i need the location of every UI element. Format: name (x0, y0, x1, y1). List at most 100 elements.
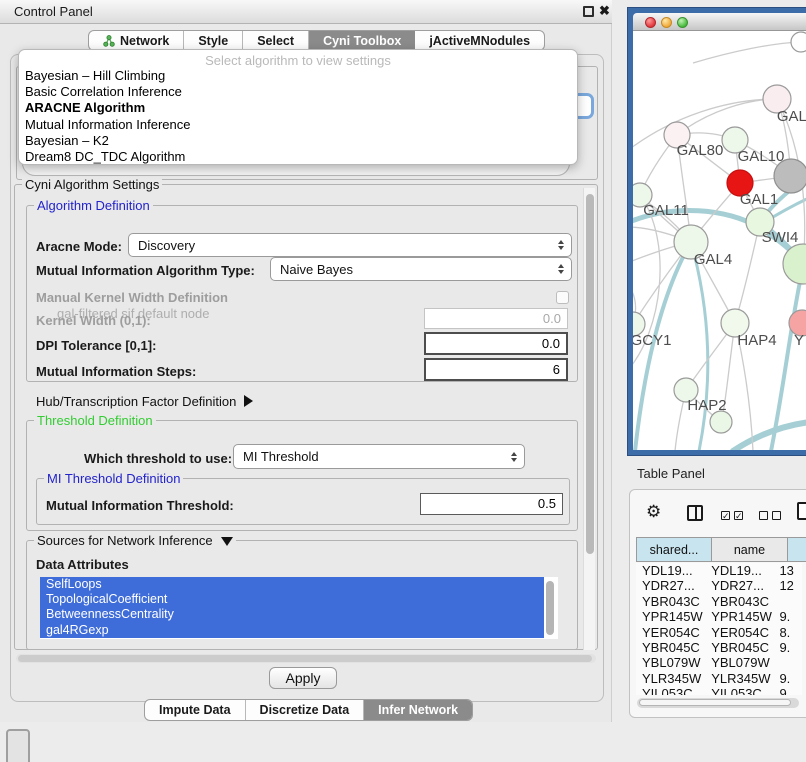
tab-jactivemnodules[interactable]: jActiveMNodules (415, 31, 544, 50)
hub-definition-label: Hub/Transcription Factor Definition (36, 394, 236, 409)
partial-corner-widget[interactable] (6, 729, 30, 762)
table-panel-title: Table Panel (637, 466, 705, 481)
kernel-width-field[interactable]: 0.0 (424, 308, 568, 329)
table-row[interactable]: YER054CYER054C8. (636, 625, 802, 640)
attribute-item-selected[interactable]: BetweennessCentrality (40, 607, 544, 622)
settings-horizontal-scrollbar-thumb[interactable] (18, 655, 592, 662)
columns-icon[interactable] (687, 505, 703, 521)
tab-label: Impute Data (159, 703, 231, 717)
tab-discretize-data[interactable]: Discretize Data (246, 700, 365, 720)
table-cell: YDL19... (705, 563, 774, 578)
tab-select[interactable]: Select (243, 31, 309, 50)
network-node[interactable] (791, 32, 806, 52)
network-view-titlebar[interactable] (633, 13, 806, 31)
table-rows: YDL19...YDL19...13YDR27...YDR27...12YBR0… (636, 563, 802, 695)
sources-group-toggle[interactable]: Sources for Network Inference (34, 533, 236, 548)
which-threshold-value: MI Threshold (243, 449, 319, 464)
settings-horizontal-scrollbar[interactable] (16, 654, 596, 663)
node-label: HAP4 (737, 332, 776, 349)
zoom-traffic-light-icon[interactable] (677, 17, 688, 28)
tab-label: Infer Network (378, 703, 458, 717)
bottom-tabbar: Impute Data Discretize Data Infer Networ… (144, 699, 473, 721)
close-icon[interactable]: ✖ (599, 3, 610, 19)
minimize-traffic-light-icon[interactable] (661, 17, 672, 28)
close-traffic-light-icon[interactable] (645, 17, 656, 28)
table-cell: YBR045C (636, 640, 705, 655)
deselect-checkbox-icon[interactable] (772, 511, 781, 520)
mi-type-value: Naive Bayes (280, 262, 353, 277)
hub-definition-toggle[interactable]: Hub/Transcription Factor Definition (36, 394, 253, 409)
aracne-mode-value: Discovery (138, 238, 195, 253)
mi-steps-field[interactable]: 6 (424, 358, 568, 381)
table-horizontal-scrollbar[interactable] (637, 698, 799, 708)
algorithm-dropdown-placeholder: Select algorithm to view settings (19, 50, 577, 68)
table-row[interactable]: YPR145WYPR145W9. (636, 609, 802, 624)
spinner-arrows-icon (558, 264, 564, 274)
attribute-item-selected[interactable]: SelfLoops (40, 577, 544, 592)
table-row[interactable]: YBR045CYBR045C9. (636, 640, 802, 655)
tab-label: Select (257, 34, 294, 48)
tab-impute-data[interactable]: Impute Data (145, 700, 246, 720)
table-cell: 8. (774, 625, 802, 640)
dropdown-item[interactable]: Basic Correlation Inference (19, 84, 577, 100)
tab-cyni-toolbox[interactable]: Cyni Toolbox (309, 31, 415, 50)
table-cell: YBR045C (705, 640, 774, 655)
network-node[interactable] (710, 411, 732, 433)
column-header[interactable]: shared... (636, 537, 712, 562)
tab-infer-network[interactable]: Infer Network (364, 700, 472, 720)
spinner-arrows-icon (558, 240, 564, 250)
table-row[interactable]: YLR345WYLR345W9. (636, 671, 802, 686)
column-header[interactable]: name (712, 537, 788, 562)
tab-label: Network (120, 34, 169, 48)
node-label: GAL2 (777, 108, 806, 125)
dropdown-item[interactable]: Bayesian – Hill Climbing (19, 68, 577, 84)
attribute-list-scrollbar[interactable] (546, 581, 554, 635)
attribute-item-selected[interactable]: gal4RGexp (40, 623, 544, 638)
dropdown-item[interactable]: Mutual Information Inference (19, 117, 577, 133)
aracne-mode-combobox[interactable]: Discovery (128, 233, 572, 257)
mi-steps-label: Mutual Information Steps: (36, 364, 196, 379)
deselect-checkbox-icon[interactable] (759, 511, 768, 520)
which-threshold-combobox[interactable]: MI Threshold (233, 444, 525, 469)
mi-type-combobox[interactable]: Naive Bayes (270, 257, 572, 281)
tab-style[interactable]: Style (184, 31, 243, 50)
gear-icon[interactable]: ⚙ (646, 503, 661, 520)
column-header[interactable] (788, 537, 806, 562)
screen: Control Panel ✖ Network Style (0, 0, 806, 762)
settings-vertical-scrollbar[interactable] (583, 188, 595, 650)
table-cell: 9. (774, 671, 802, 686)
dropdown-item[interactable]: Bayesian – K2 (19, 133, 577, 149)
which-threshold-label: Which threshold to use: (84, 451, 232, 466)
table-cell: YLR345W (636, 671, 705, 686)
attribute-item-selected[interactable]: TopologicalCoefficient (40, 592, 544, 607)
table-cell: YBL079W (705, 655, 774, 670)
table-row[interactable]: YIL053CYIL053C9. (636, 686, 802, 695)
network-canvas[interactable]: GAL2GAL80GAL10GAL1GAL11SWI4GAL4GCY1HAP4Y… (633, 31, 806, 450)
table-cell: YDR27... (705, 578, 774, 593)
node-label: GAL4 (694, 251, 732, 268)
table-cell: YER054C (636, 625, 705, 640)
document-icon[interactable] (797, 502, 806, 520)
apply-button[interactable]: Apply (269, 667, 337, 689)
table-row[interactable]: YBL079WYBL079W (636, 655, 802, 670)
settings-vertical-scrollbar-thumb[interactable] (586, 194, 594, 554)
table-row[interactable]: YDL19...YDL19...13 (636, 563, 802, 578)
select-all-checkbox-icon[interactable]: ✓ (721, 511, 730, 520)
select-all-checkbox-icon[interactable]: ✓ (734, 511, 743, 520)
dropdown-item-aracne[interactable]: ARACNE Algorithm (19, 100, 577, 116)
float-window-icon[interactable] (583, 6, 594, 17)
control-panel-titlebar[interactable]: Control Panel ✖ (0, 0, 612, 24)
table-row[interactable]: YBR043CYBR043C (636, 594, 802, 609)
node-label: GAL1 (740, 191, 778, 208)
mi-threshold-field[interactable]: 0.5 (420, 493, 563, 515)
table-cell: 9. (774, 609, 802, 624)
table-cell: 12 (774, 578, 802, 593)
table-row[interactable]: YDR27...YDR27...12 (636, 578, 802, 593)
dropdown-item[interactable]: Dream8 DC_TDC Algorithm (19, 149, 577, 165)
network-node[interactable] (774, 159, 806, 193)
tab-network[interactable]: Network (89, 31, 184, 50)
dpi-tolerance-field[interactable]: 0.0 (424, 332, 568, 355)
manual-kernel-checkbox[interactable] (556, 291, 569, 304)
table-horizontal-scrollbar-thumb[interactable] (639, 699, 791, 706)
algorithm-dropdown-popup: Select algorithm to view settings Bayesi… (18, 49, 578, 165)
